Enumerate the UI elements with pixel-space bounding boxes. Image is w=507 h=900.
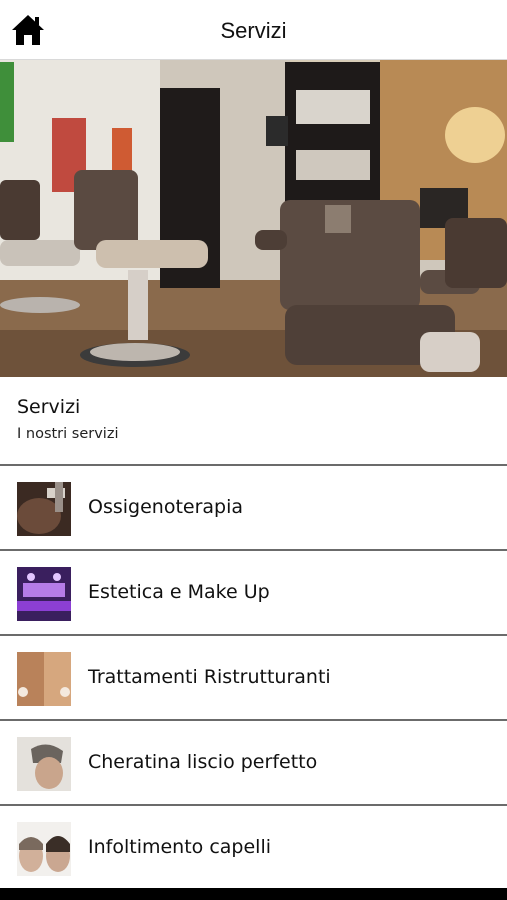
- barbershop-photo: [0, 60, 507, 377]
- service-label: Estetica e Make Up: [88, 581, 270, 603]
- hair-treatment-thumb: [17, 652, 71, 706]
- makeup-thumb: [17, 567, 71, 621]
- service-label: Trattamenti Ristrutturanti: [88, 666, 331, 688]
- page-title: Servizi: [220, 18, 287, 43]
- keratin-thumb: [17, 737, 71, 791]
- app-header: Servizi: [0, 0, 507, 60]
- services-intro: Servizi I nostri servizi: [0, 377, 507, 464]
- service-item-estetica[interactable]: Estetica e Make Up: [0, 549, 507, 634]
- oxygen-therapy-thumb: [17, 482, 71, 536]
- section-title: Servizi: [17, 396, 81, 418]
- service-item-trattamenti[interactable]: Trattamenti Ristrutturanti: [0, 634, 507, 719]
- service-item-cheratina[interactable]: Cheratina liscio perfetto: [0, 719, 507, 804]
- hair-thickening-thumb: [17, 822, 71, 876]
- bottom-system-bar: [0, 888, 507, 900]
- service-item-infoltimento[interactable]: Infoltimento capelli: [0, 804, 507, 889]
- service-label: Cheratina liscio perfetto: [88, 751, 318, 773]
- services-list: Ossigenoterapia Estetica e Make Up Tratt: [0, 464, 507, 889]
- service-label: Infoltimento capelli: [88, 836, 271, 858]
- section-subtitle: I nostri servizi: [17, 426, 119, 442]
- service-item-ossigenoterapia[interactable]: Ossigenoterapia: [0, 464, 507, 549]
- service-label: Ossigenoterapia: [88, 496, 244, 518]
